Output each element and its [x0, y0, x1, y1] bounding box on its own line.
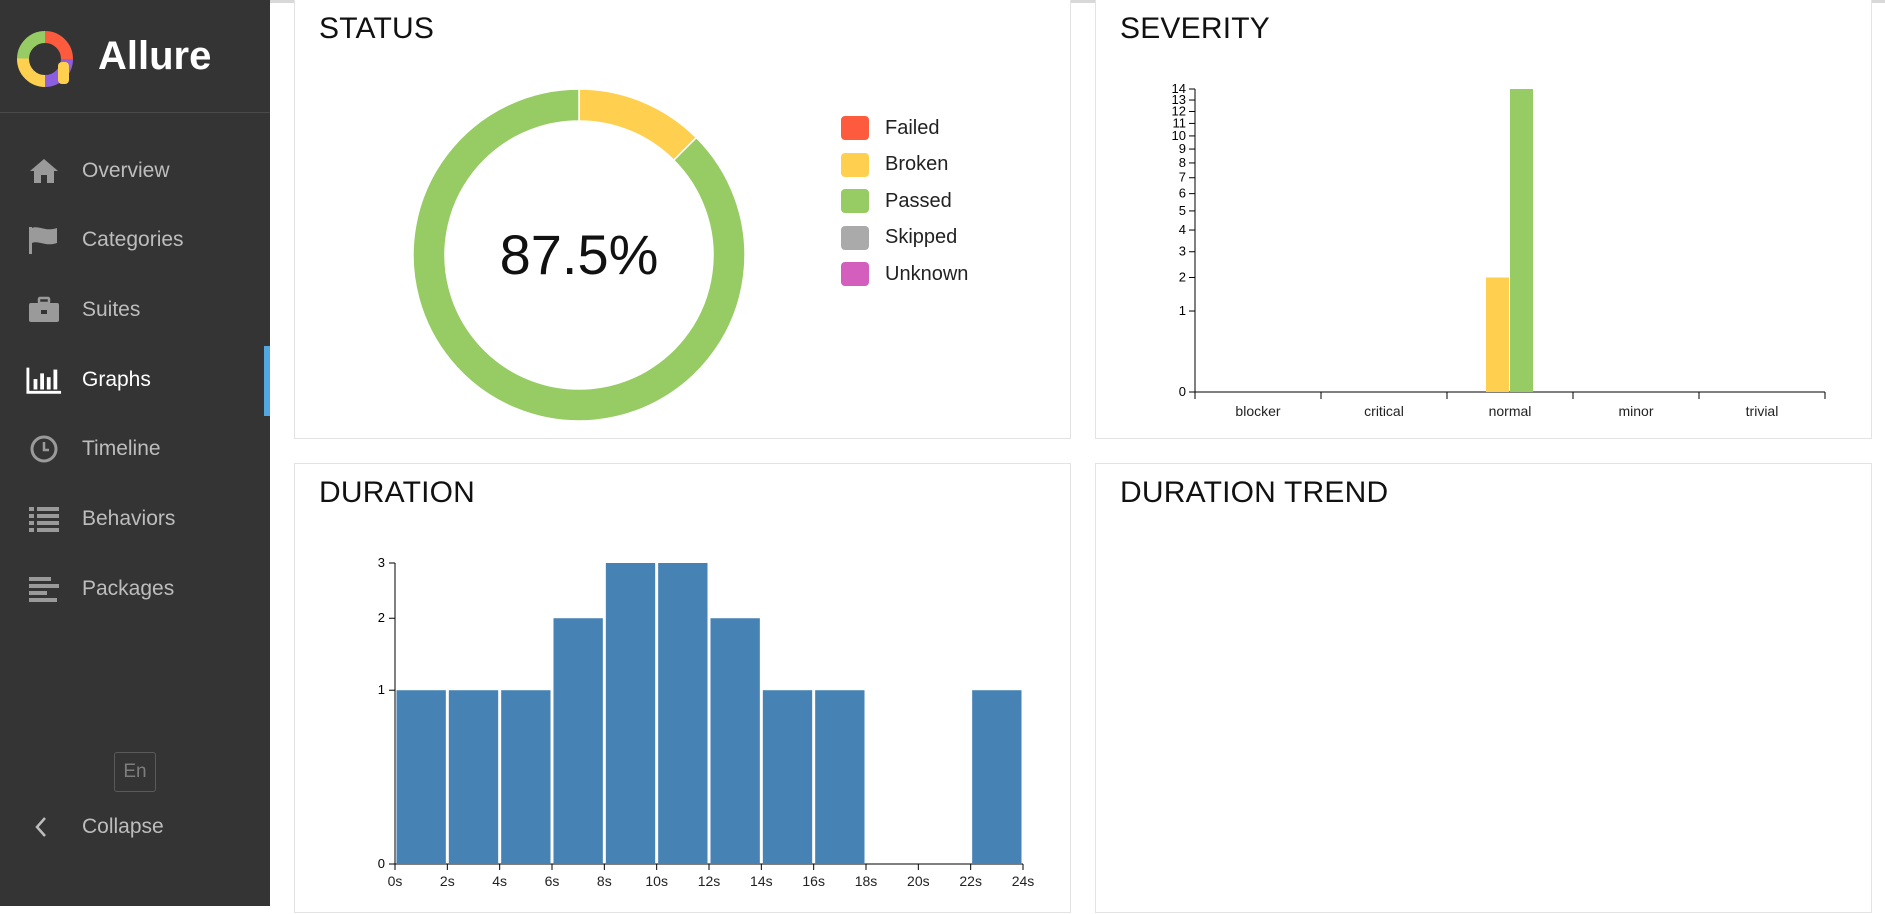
- duration-x-tick-label: 0s: [388, 873, 403, 889]
- duration-x-tick-label: 20s: [907, 873, 930, 889]
- severity-x-tick-label: normal: [1489, 403, 1532, 419]
- severity-y-tick-label: 0: [1179, 384, 1186, 399]
- duration-bar-6: [710, 618, 760, 864]
- status-widget: STATUS 87.5% Failed Broken Passed Skippe…: [294, 0, 1071, 439]
- duration-x-tick-label: 14s: [750, 873, 773, 889]
- legend-swatch-broken: [841, 152, 869, 177]
- severity-y-tick-label: 3: [1179, 244, 1186, 259]
- brand[interactable]: Allure: [0, 0, 270, 113]
- status-legend: Failed Broken Passed Skipped Unknown: [841, 110, 968, 293]
- sidebar-item-label: Behaviors: [82, 507, 176, 530]
- duration-y-tick-label: 1: [378, 682, 385, 697]
- duration-trend-widget: DURATION TREND: [1095, 463, 1872, 913]
- duration-x-tick-label: 16s: [802, 873, 825, 889]
- duration-bar-1: [448, 690, 499, 864]
- severity-y-tick-label: 7: [1179, 170, 1186, 185]
- collapse-label: Collapse: [82, 815, 164, 838]
- align-left-icon: [26, 573, 62, 605]
- duration-y-tick-label: 2: [378, 610, 385, 625]
- sidebar-item-label: Graphs: [82, 368, 151, 391]
- severity-y-tick-label: 1: [1179, 303, 1186, 318]
- duration-x-tick-label: 2s: [440, 873, 455, 889]
- severity-bar-passed-normal: [1510, 89, 1533, 392]
- legend-swatch-unknown: [841, 262, 869, 287]
- duration-bar-11: [972, 690, 1022, 864]
- clock-icon: [26, 433, 62, 465]
- duration-x-tick-label: 6s: [545, 873, 560, 889]
- sidebar-item-graphs[interactable]: Graphs: [0, 346, 270, 416]
- severity-x-tick-label: trivial: [1746, 403, 1779, 419]
- duration-bar-4: [605, 563, 656, 864]
- sidebar-item-label: Packages: [82, 577, 175, 600]
- legend-label: Passed: [885, 189, 952, 212]
- bar-chart-icon: [26, 364, 62, 396]
- legend-item-failed[interactable]: Failed: [841, 110, 968, 147]
- duration-x-tick-label: 10s: [645, 873, 668, 889]
- severity-x-tick-label: critical: [1364, 403, 1404, 419]
- briefcase-icon: [26, 294, 62, 326]
- collapse-button[interactable]: Collapse: [0, 802, 270, 852]
- widget-title: DURATION TREND: [1120, 476, 1389, 509]
- severity-y-tick-label: 6: [1179, 186, 1186, 201]
- severity-y-tick-label: 9: [1179, 141, 1186, 156]
- language-button[interactable]: En: [114, 752, 156, 792]
- sidebar-item-suites[interactable]: Suites: [0, 280, 270, 340]
- home-icon: [26, 155, 62, 187]
- sidebar-item-label: Timeline: [82, 437, 161, 460]
- legend-item-skipped[interactable]: Skipped: [841, 220, 968, 257]
- sidebar-item-timeline[interactable]: Timeline: [0, 419, 270, 479]
- donut-slice-broken: [578, 88, 698, 162]
- flag-icon: [26, 224, 62, 256]
- duration-bar-7: [762, 690, 813, 864]
- severity-y-tick-label: 4: [1179, 222, 1186, 237]
- severity-bar-broken-normal: [1486, 277, 1509, 392]
- duration-x-tick-label: 18s: [855, 873, 878, 889]
- sidebar-item-overview[interactable]: Overview: [0, 141, 270, 201]
- severity-y-tick-label: 5: [1179, 203, 1186, 218]
- legend-item-unknown[interactable]: Unknown: [841, 256, 968, 293]
- severity-x-tick-label: blocker: [1235, 403, 1280, 419]
- duration-bar-5: [658, 563, 708, 864]
- sidebar-item-behaviors[interactable]: Behaviors: [0, 489, 270, 549]
- brand-name: Allure: [98, 34, 212, 78]
- duration-x-tick-label: 22s: [959, 873, 982, 889]
- duration-y-tick-label: 3: [378, 555, 385, 570]
- chevron-left-icon: [34, 815, 52, 839]
- legend-swatch-skipped: [841, 225, 869, 250]
- legend-item-broken[interactable]: Broken: [841, 147, 968, 184]
- duration-histogram: 0 1 2 3 0s 2s 4s 6s 8s 10s 12s 14s 16s 18s 20s 22s 24s: [378, 555, 1035, 889]
- status-percentage: 87.5%: [500, 223, 659, 286]
- legend-label: Unknown: [885, 262, 969, 285]
- severity-y-tick-label: 8: [1179, 155, 1186, 170]
- severity-y-tick-label: 14: [1172, 81, 1186, 96]
- sidebar-item-packages[interactable]: Packages: [0, 559, 270, 619]
- duration-x-tick-label: 24s: [1012, 873, 1035, 889]
- severity-bar-chart: 01234567891011121314blocker critical norma…: [1172, 81, 1826, 419]
- legend-label: Broken: [885, 153, 949, 176]
- duration-y-tick-label: 0: [378, 856, 385, 871]
- sidebar: Allure Overview Categories Suites Graphs…: [0, 0, 270, 906]
- duration-bar-2: [501, 690, 551, 864]
- duration-x-tick-label: 12s: [698, 873, 721, 889]
- duration-x-tick-label: 4s: [492, 873, 507, 889]
- duration-x-tick-label: 8s: [597, 873, 612, 889]
- duration-bar-3: [553, 618, 603, 864]
- duration-widget: DURATION 0 1 2 3 0s 2s 4s 6s 8s 10s 12s 14s 16s 18s 20…: [294, 463, 1071, 913]
- legend-label: Skipped: [885, 226, 958, 249]
- duration-bar-0: [396, 690, 446, 864]
- legend-item-passed[interactable]: Passed: [841, 183, 968, 220]
- severity-y-tick-label: 2: [1179, 269, 1186, 284]
- sidebar-item-label: Overview: [82, 159, 170, 182]
- sidebar-item-label: Categories: [82, 228, 184, 251]
- allure-logo-icon: [17, 31, 73, 87]
- duration-bar-8: [815, 690, 865, 864]
- severity-x-tick-label: minor: [1618, 403, 1653, 419]
- sidebar-item-categories[interactable]: Categories: [0, 210, 270, 270]
- legend-label: Failed: [885, 116, 940, 139]
- legend-swatch-failed: [841, 116, 869, 141]
- sidebar-item-label: Suites: [82, 298, 141, 321]
- list-icon: [26, 503, 62, 535]
- severity-widget: SEVERITY 0 1 2 3 4 5 6 7 8 9 10 11 12 13 14 blocker crit…: [1095, 0, 1872, 439]
- legend-swatch-passed: [841, 189, 869, 214]
